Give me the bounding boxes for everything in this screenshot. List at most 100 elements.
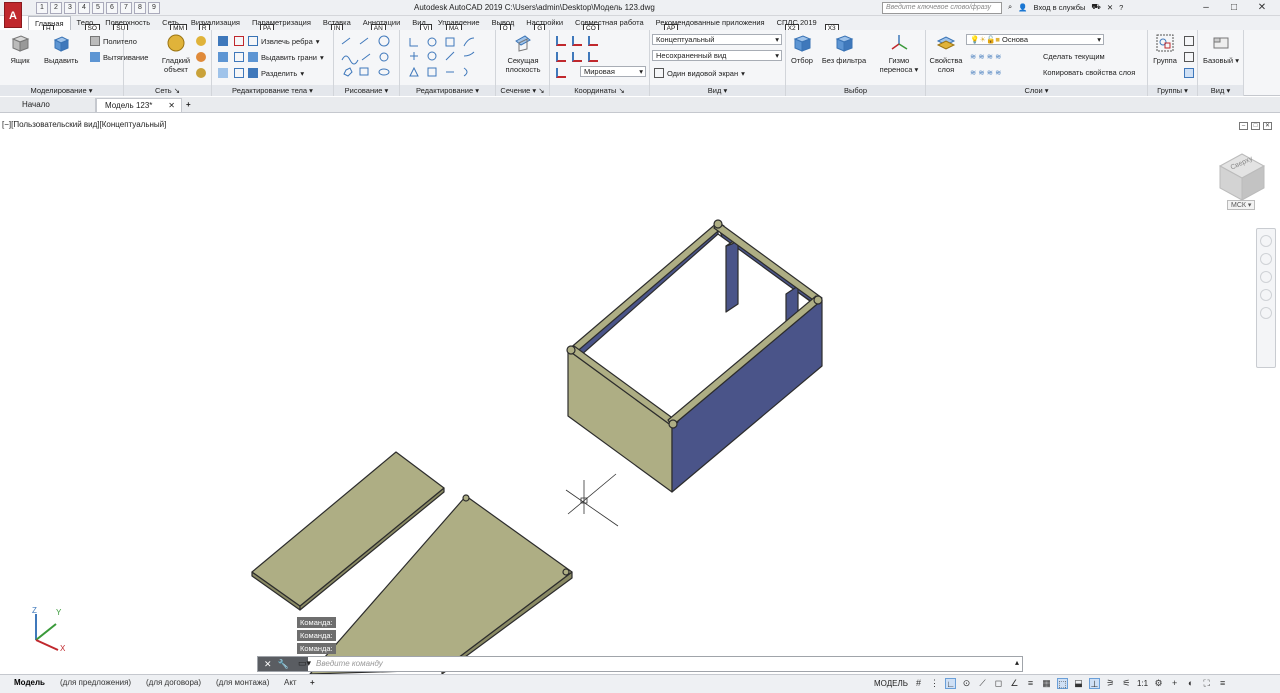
annotation-visibility-icon[interactable]: ⚞ <box>1105 678 1116 689</box>
tab-extra[interactable]: X3 <box>823 16 839 34</box>
qat-button[interactable]: 5 <box>92 2 104 14</box>
exchange-icon[interactable]: ✕ <box>1107 3 1113 12</box>
mesh-tool-icon[interactable] <box>196 68 206 78</box>
tab-parametric[interactable]: Параметризация PA <box>246 16 317 34</box>
snap-icon[interactable]: ⋮ <box>929 678 940 689</box>
panel-title[interactable]: Моделирование ▾ <box>0 85 123 96</box>
osnap-icon[interactable]: ◻ <box>993 678 1004 689</box>
selection-cycling-icon[interactable]: ⬚ <box>1056 678 1068 689</box>
smooth-object-button[interactable]: Гладкий объект <box>160 33 192 74</box>
group-tool-icon[interactable] <box>1184 36 1194 46</box>
ucs-icon[interactable] <box>556 68 566 78</box>
model-scene[interactable] <box>0 114 1280 674</box>
tab-manage[interactable]: Управление MA <box>432 16 486 34</box>
tab-visualize[interactable]: Визуализация R <box>185 16 246 34</box>
layout-tab[interactable]: (для договора) <box>146 677 201 689</box>
drawing-viewport[interactable]: [−][Пользовательский вид][Концептуальный… <box>0 114 1280 674</box>
new-tab-button[interactable]: + <box>182 98 198 112</box>
layer-dropdown[interactable]: 💡☀🔓■ Основа ▾ <box>966 34 1104 45</box>
qat-button[interactable]: 7 <box>120 2 132 14</box>
copy-layer-props-button[interactable]: ≋ ≋ ≋ ≋ Копировать свойства слоя <box>970 68 1135 77</box>
tab-start[interactable]: Начало <box>14 98 96 112</box>
panel-title[interactable]: Выбор <box>786 85 925 96</box>
tab-output[interactable]: Вывод O <box>486 16 521 34</box>
subtract-icon[interactable] <box>218 52 228 62</box>
panel-title[interactable]: Слои ▾ <box>926 85 1147 96</box>
qat-button[interactable]: 4 <box>78 2 90 14</box>
steering-wheel-icon[interactable] <box>1260 235 1272 247</box>
orbit-icon[interactable] <box>1260 289 1272 301</box>
ucs-icon[interactable] <box>588 52 598 62</box>
pan-icon[interactable] <box>1260 253 1272 265</box>
panel-title[interactable]: Вид ▾ <box>650 85 785 96</box>
panel-title[interactable]: Сеть ↘ <box>124 85 211 96</box>
tab-spds[interactable]: СПДС 2019 X2 <box>771 16 823 34</box>
signin-button[interactable]: Вход в службы <box>1034 3 1086 12</box>
command-input[interactable]: Введите команду <box>316 659 383 668</box>
named-view-dropdown[interactable]: Несохраненный вид ▾ <box>652 50 782 61</box>
panel-title[interactable]: Вид ▾ <box>1198 85 1243 96</box>
add-layout-button[interactable]: + <box>310 677 315 689</box>
qat-button[interactable]: 6 <box>106 2 118 14</box>
qat-button[interactable]: 3 <box>64 2 76 14</box>
tab-collaborate[interactable]: Совместная работа CO <box>569 16 650 34</box>
culling-button[interactable]: Отбор <box>788 33 816 65</box>
binoculars-icon[interactable]: ⌕ <box>1008 2 1012 12</box>
fullscreen-icon[interactable]: ⛶ <box>1201 678 1212 689</box>
command-history-toggle[interactable]: ▴ <box>1015 658 1019 667</box>
minimize-icon[interactable]: – <box>1192 0 1220 15</box>
tab-insert[interactable]: Вставка IN <box>317 16 357 34</box>
tab-solid[interactable]: Тело SO <box>71 16 100 34</box>
ucs-icon[interactable] <box>556 52 566 62</box>
tab-mesh[interactable]: Сеть MM <box>156 16 187 34</box>
tab-surface[interactable]: Поверхность SU <box>99 16 156 34</box>
extrude-button[interactable]: Выдавить <box>44 33 78 65</box>
gear-icon[interactable]: ⚙ <box>1153 678 1164 689</box>
visual-style-dropdown[interactable]: Концептуальный ▾ <box>652 34 782 45</box>
make-current-button[interactable]: ≋ ≋ ≋ ≋ Сделать текущим <box>970 52 1105 61</box>
mesh-tool-icon[interactable] <box>196 36 206 46</box>
tab-home[interactable]: ГлавнаяH <box>28 16 71 35</box>
auto-scale-icon[interactable]: ⚟ <box>1121 678 1132 689</box>
panel-title[interactable]: Группы ▾ <box>1148 85 1197 96</box>
viewport-config-button[interactable]: Один видовой экран ▾ <box>654 68 745 78</box>
tab-view[interactable]: Вид VI <box>406 16 433 34</box>
panel-title[interactable]: Рисование ▾ <box>334 85 399 96</box>
zoom-icon[interactable] <box>1260 271 1272 283</box>
no-filter-button[interactable]: Без фильтра <box>820 33 868 65</box>
ucs-dropdown[interactable]: Мировая ▾ <box>580 66 646 77</box>
ucs-menu[interactable]: МСК ▾ <box>1227 200 1256 210</box>
tab-addins[interactable]: Настройки G <box>520 16 569 34</box>
dynamic-ucs-icon[interactable]: ⊥ <box>1088 678 1100 689</box>
tab-featured-apps[interactable]: Рекомендованные приложения AP <box>650 16 771 34</box>
3d-osnap-icon[interactable]: ⬓ <box>1073 678 1084 689</box>
solid-edit-icon[interactable] <box>234 52 244 62</box>
command-prompt-icon[interactable]: ▭▾ <box>298 658 311 669</box>
showmotion-icon[interactable] <box>1260 307 1272 319</box>
extrude-faces-button[interactable]: Выдавить грани ▾ <box>248 52 324 62</box>
otrack-icon[interactable]: ∠ <box>1009 678 1020 689</box>
layout-tab-model[interactable]: Модель <box>14 677 45 689</box>
ucs-icon[interactable] <box>556 36 566 46</box>
close-icon[interactable]: ✕ <box>264 659 272 670</box>
layout-tab[interactable]: Акт <box>284 677 297 689</box>
isodraft-icon[interactable]: ⟋ <box>977 678 988 689</box>
close-icon[interactable]: ✕ <box>168 99 175 113</box>
wrench-icon[interactable]: 🔧 <box>278 659 289 670</box>
ucs-icon[interactable] <box>588 36 598 46</box>
annotation-scale[interactable]: 1:1 <box>1137 679 1148 688</box>
maximize-icon[interactable]: □ <box>1220 0 1248 15</box>
separate-button[interactable]: Разделить ▾ <box>248 68 304 78</box>
base-view-button[interactable]: Базовый ▾ <box>1202 33 1240 65</box>
qat-button[interactable]: 9 <box>148 2 160 14</box>
layout-tab[interactable]: (для монтажа) <box>216 677 269 689</box>
layer-properties-button[interactable]: Свойства слоя <box>928 33 964 74</box>
tab-drawing[interactable]: Модель 123* ✕ <box>96 98 182 112</box>
ortho-icon[interactable]: ∟ <box>944 678 956 689</box>
panel-title[interactable]: Редактирование тела ▾ <box>212 85 333 96</box>
tab-annotate[interactable]: Аннотации AN <box>357 16 407 34</box>
qat-button[interactable]: 1 <box>36 2 48 14</box>
solid-edit-icon[interactable] <box>234 68 244 78</box>
section-plane-button[interactable]: Секущая плоскость <box>500 33 546 74</box>
search-input[interactable]: Введите ключевое слово/фразу <box>882 2 1002 14</box>
